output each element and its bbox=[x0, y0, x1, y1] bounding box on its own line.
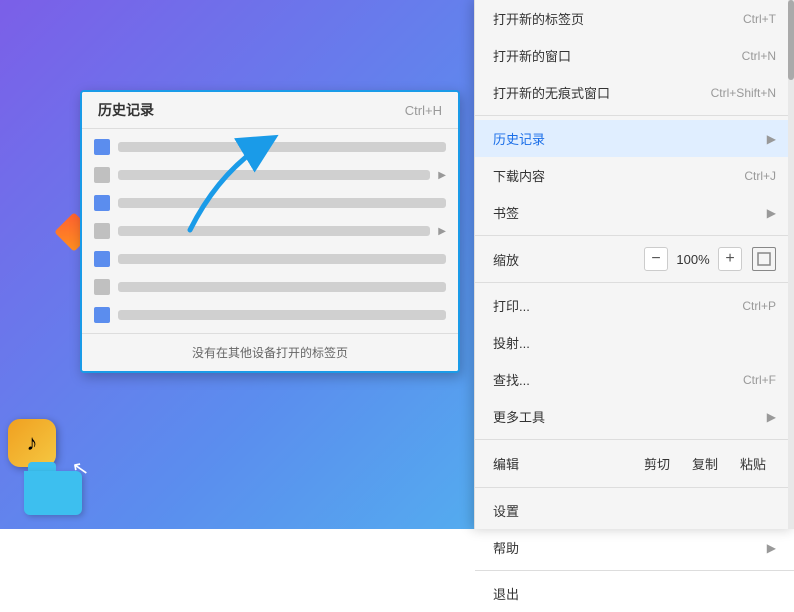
menu-item-label: 打开新的无痕式窗口 bbox=[493, 83, 691, 102]
favicon-icon bbox=[94, 307, 110, 323]
history-item-text bbox=[118, 170, 430, 180]
menu-divider bbox=[475, 439, 794, 440]
menu-item-label: 打开新的窗口 bbox=[493, 46, 722, 65]
menu-item-zoom: 缩放 − 100% + bbox=[475, 240, 794, 278]
menu-item-label: 设置 bbox=[493, 501, 776, 520]
submenu-arrow-icon: ▶ bbox=[767, 132, 776, 146]
menu-item-label: 历史记录 bbox=[493, 129, 759, 148]
menu-item-new-incognito[interactable]: 打开新的无痕式窗口 Ctrl+Shift+N bbox=[475, 74, 794, 111]
menu-divider bbox=[475, 235, 794, 236]
menu-item-label: 投射... bbox=[493, 333, 776, 352]
favicon-icon bbox=[94, 223, 110, 239]
history-item-list: ▶ ▶ bbox=[82, 129, 458, 333]
menu-item-label: 书签 bbox=[493, 203, 759, 222]
menu-item-cast[interactable]: 投射... bbox=[475, 324, 794, 361]
list-item[interactable] bbox=[82, 245, 458, 273]
copy-button[interactable]: 复制 bbox=[682, 451, 728, 476]
submenu-arrow-icon: ▶ bbox=[438, 170, 446, 181]
menu-item-label: 下载内容 bbox=[493, 166, 724, 185]
menu-item-label: 更多工具 bbox=[493, 407, 759, 426]
history-item-text bbox=[118, 142, 446, 152]
menu-item-print[interactable]: 打印... Ctrl+P bbox=[475, 287, 794, 324]
submenu-arrow-icon: ▶ bbox=[438, 226, 446, 237]
history-item-text bbox=[118, 310, 446, 320]
menu-item-history[interactable]: 历史记录 ▶ bbox=[475, 120, 794, 157]
zoom-fullscreen-button[interactable] bbox=[752, 247, 776, 271]
list-item[interactable] bbox=[82, 301, 458, 329]
favicon-icon bbox=[94, 139, 110, 155]
menu-divider bbox=[475, 487, 794, 488]
menu-item-label: 帮助 bbox=[493, 538, 759, 557]
list-item[interactable] bbox=[82, 133, 458, 161]
menu-item-shortcut: Ctrl+P bbox=[742, 299, 776, 313]
menu-divider bbox=[475, 570, 794, 571]
fullscreen-icon bbox=[757, 252, 771, 266]
menu-item-shortcut: Ctrl+Shift+N bbox=[711, 86, 776, 100]
favicon-icon bbox=[94, 251, 110, 267]
history-submenu-title: 历史记录 bbox=[98, 100, 154, 120]
zoom-plus-button[interactable]: + bbox=[718, 247, 742, 271]
menu-item-bookmarks[interactable]: 书签 ▶ bbox=[475, 194, 794, 231]
menu-item-edit: 编辑 剪切 复制 粘贴 bbox=[475, 444, 794, 483]
zoom-label: 缩放 bbox=[493, 250, 644, 269]
history-submenu-header: 历史记录 Ctrl+H bbox=[82, 92, 458, 129]
scrollbar[interactable] bbox=[788, 0, 794, 529]
favicon-icon bbox=[94, 279, 110, 295]
menu-item-more-tools[interactable]: 更多工具 ▶ bbox=[475, 398, 794, 435]
menu-item-label: 退出 bbox=[493, 584, 776, 603]
menu-item-help[interactable]: 帮助 ▶ bbox=[475, 529, 794, 566]
zoom-controls: − 100% + bbox=[644, 247, 776, 271]
edit-label: 编辑 bbox=[493, 454, 634, 473]
zoom-minus-button[interactable]: − bbox=[644, 247, 668, 271]
menu-item-new-tab[interactable]: 打开新的标签页 Ctrl+T bbox=[475, 0, 794, 37]
submenu-arrow-icon: ▶ bbox=[767, 410, 776, 424]
scrollbar-thumb[interactable] bbox=[788, 0, 794, 80]
list-item[interactable] bbox=[82, 273, 458, 301]
menu-divider bbox=[475, 282, 794, 283]
favicon-icon bbox=[94, 167, 110, 183]
menu-item-label: 打开新的标签页 bbox=[493, 9, 723, 28]
menu-item-label: 查找... bbox=[493, 370, 723, 389]
menu-item-settings[interactable]: 设置 bbox=[475, 492, 794, 529]
folder-tab bbox=[28, 462, 56, 471]
menu-item-find[interactable]: 查找... Ctrl+F bbox=[475, 361, 794, 398]
menu-item-shortcut: Ctrl+F bbox=[743, 373, 776, 387]
submenu-arrow-icon: ▶ bbox=[767, 541, 776, 555]
history-submenu: 历史记录 Ctrl+H ▶ ▶ bbox=[80, 90, 460, 373]
list-item[interactable]: ▶ bbox=[82, 161, 458, 189]
favicon-icon bbox=[94, 195, 110, 211]
list-item[interactable]: ▶ bbox=[82, 217, 458, 245]
history-item-text bbox=[118, 226, 430, 236]
menu-item-shortcut: Ctrl+N bbox=[742, 49, 776, 63]
submenu-arrow-icon: ▶ bbox=[767, 206, 776, 220]
paste-button[interactable]: 粘贴 bbox=[730, 451, 776, 476]
cut-button[interactable]: 剪切 bbox=[634, 451, 680, 476]
history-submenu-shortcut: Ctrl+H bbox=[405, 103, 442, 118]
edit-actions: 剪切 复制 粘贴 bbox=[634, 451, 776, 476]
history-item-text bbox=[118, 282, 446, 292]
history-item-text bbox=[118, 198, 446, 208]
menu-item-label: 打印... bbox=[493, 296, 722, 315]
menu-item-shortcut: Ctrl+T bbox=[743, 12, 776, 26]
history-item-text bbox=[118, 254, 446, 264]
menu-divider bbox=[475, 115, 794, 116]
menu-item-new-window[interactable]: 打开新的窗口 Ctrl+N bbox=[475, 37, 794, 74]
menu-item-shortcut: Ctrl+J bbox=[744, 169, 776, 183]
list-item[interactable] bbox=[82, 189, 458, 217]
context-menu: 打开新的标签页 Ctrl+T 打开新的窗口 Ctrl+N 打开新的无痕式窗口 C… bbox=[474, 0, 794, 529]
menu-item-exit[interactable]: 退出 bbox=[475, 575, 794, 612]
music-note-icon: ♪ bbox=[8, 419, 56, 467]
zoom-value: 100% bbox=[674, 252, 712, 267]
menu-item-downloads[interactable]: 下载内容 Ctrl+J bbox=[475, 157, 794, 194]
history-footer: 没有在其他设备打开的标签页 bbox=[82, 333, 458, 371]
